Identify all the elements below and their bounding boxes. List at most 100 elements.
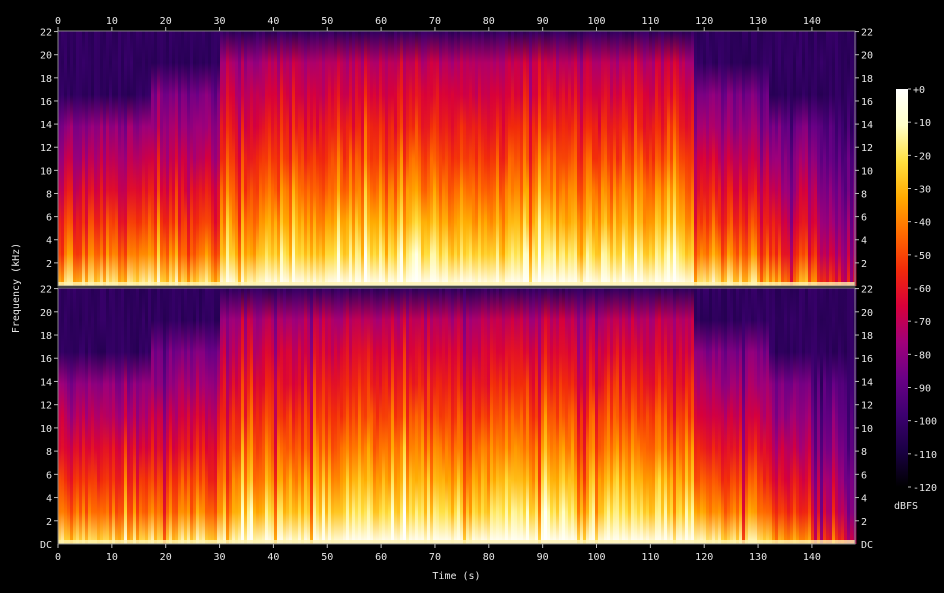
spectrogram-column: [487, 31, 491, 286]
spectrogram-column: [721, 31, 725, 286]
spectrogram-column: [310, 31, 314, 286]
spectrogram-column: [769, 288, 773, 544]
y-tick-label: 22: [861, 28, 873, 39]
spectrogram-column: [655, 288, 659, 544]
spectrogram-column: [295, 31, 299, 286]
spectrogram-column: [739, 288, 743, 544]
spectrogram-column: [199, 31, 203, 286]
spectrogram-column: [58, 288, 62, 544]
spectrogram-column: [337, 31, 341, 286]
spectrogram-column: [205, 288, 209, 544]
y-tick-label: 14: [40, 377, 52, 388]
spectrogram-column: [379, 288, 383, 544]
spectrogram-column: [787, 31, 791, 286]
spectrogram-column: [169, 31, 173, 286]
spectrogram-column: [526, 288, 530, 544]
x-tick-label: 0: [55, 552, 61, 563]
spectrogram-column: [181, 31, 185, 286]
y-tick-label: 10: [40, 166, 52, 177]
spectrogram-column: [676, 288, 680, 544]
spectrogram-column: [289, 31, 293, 286]
spectrogram-column: [454, 288, 458, 544]
spectrogram-column: [295, 288, 299, 544]
spectrogram-column: [604, 31, 608, 286]
spectrogram-column: [481, 31, 485, 286]
spectrogram-column: [133, 288, 137, 544]
spectrogram-column: [544, 288, 548, 544]
x-tick-label: 90: [537, 552, 549, 563]
y-tick-label: 18: [40, 331, 52, 342]
spectrogram-column: [520, 288, 524, 544]
spectrogram-column: [607, 31, 611, 286]
spectrogram-column: [613, 288, 617, 544]
spectrogram-column: [742, 31, 746, 286]
spectrogram-column: [121, 31, 125, 286]
spectrogram-column: [817, 288, 821, 544]
spectrogram-column: [271, 31, 275, 286]
spectrogram-column: [811, 31, 815, 286]
x-tick-label: 130: [749, 552, 767, 563]
x-tick-label: 20: [160, 552, 172, 563]
spectrogram-column: [820, 288, 824, 544]
spectrogram-column: [286, 31, 290, 286]
spectrogram-column: [703, 288, 707, 544]
spectrogram-column: [652, 31, 656, 286]
spectrogram-column: [268, 31, 272, 286]
spectrogram-column: [778, 288, 782, 544]
spectrogram-column: [253, 288, 257, 544]
spectrogram-column: [118, 288, 122, 544]
y-tick-label: 16: [40, 97, 52, 108]
spectrogram-column: [235, 31, 239, 286]
spectrogram-panel-1: [57, 30, 857, 287]
spectrogram-column: [469, 31, 473, 286]
spectrogram-column: [619, 288, 623, 544]
spectrogram-column: [670, 31, 674, 286]
spectrogram-column: [538, 31, 542, 286]
spectrogram-column: [589, 288, 593, 544]
spectrogram-column: [394, 31, 398, 286]
spectrogram-column: [310, 288, 314, 544]
spectrogram-column: [763, 288, 767, 544]
spectrogram-column: [268, 288, 272, 544]
spectrogram-column: [754, 31, 758, 286]
spectrogram-column: [616, 288, 620, 544]
spectrogram-column: [265, 288, 269, 544]
spectrogram-column: [388, 288, 392, 544]
spectrogram-column: [148, 31, 152, 286]
spectrogram-column: [682, 288, 686, 544]
spectrogram-column: [91, 288, 95, 544]
y-tick-label: 16: [40, 354, 52, 365]
spectrogram-column: [535, 31, 539, 286]
spectrogram-column: [352, 288, 356, 544]
y-tick-label: 6: [46, 470, 52, 481]
spectrogram-column: [736, 288, 740, 544]
spectrogram-column: [247, 288, 251, 544]
spectrogram-column: [811, 288, 815, 544]
spectrogram-column: [529, 288, 533, 544]
spectrogram-column: [397, 288, 401, 544]
spectrogram-column: [433, 288, 437, 544]
spectrogram-column: [370, 288, 374, 544]
y-tick-label: 10: [861, 424, 873, 435]
spectrogram-column: [829, 288, 833, 544]
spectrogram-column: [514, 31, 518, 286]
y-tick-label: 4: [861, 494, 867, 505]
spectrogram-column: [628, 31, 632, 286]
spectrogram-column: [70, 31, 74, 286]
spectrogram-column: [199, 288, 203, 544]
spectrogram-column: [298, 31, 302, 286]
spectrogram-column: [136, 31, 140, 286]
spectrogram-column: [175, 31, 179, 286]
spectrogram-column: [445, 288, 449, 544]
colorbar-tick-label: -110: [913, 450, 937, 461]
spectrogram-column: [577, 288, 581, 544]
spectrogram-column: [625, 31, 629, 286]
spectrogram-column: [544, 31, 548, 286]
spectrogram-column: [124, 288, 128, 544]
spectrogram-column: [232, 288, 236, 544]
spectrogram-column: [244, 288, 248, 544]
spectrogram-column: [145, 288, 149, 544]
y-tick-label: 20: [40, 308, 52, 319]
colorbar-tick-label: -120: [913, 483, 937, 494]
spectrogram-column: [364, 288, 368, 544]
